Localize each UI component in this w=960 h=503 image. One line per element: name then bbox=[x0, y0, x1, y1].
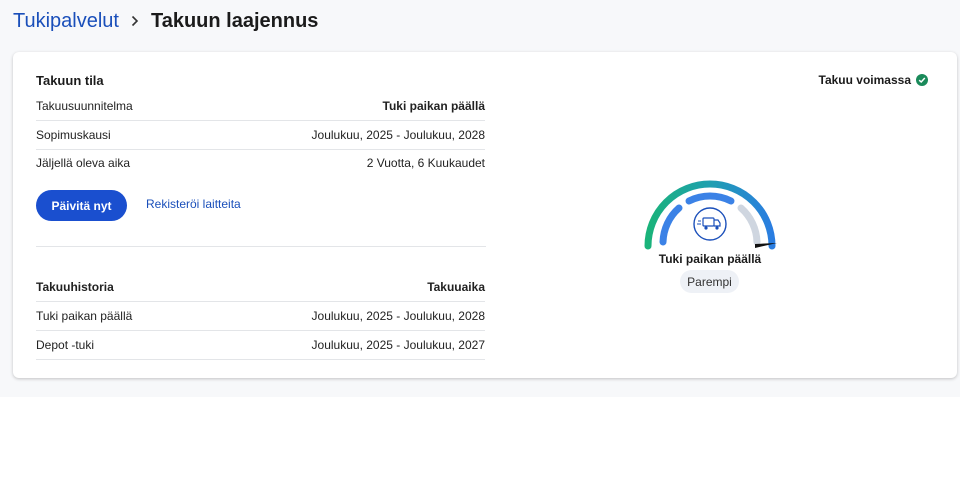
support-level-gauge bbox=[644, 180, 777, 250]
support-level-badge: Parempi bbox=[680, 270, 739, 293]
chevron-right-icon bbox=[131, 15, 139, 27]
history-row-name: Depot -tuki bbox=[36, 338, 95, 352]
remaining-time-row: Jäljellä oleva aika 2 Vuotta, 6 Kuukaude… bbox=[36, 149, 485, 177]
warranty-status-indicator: Takuu voimassa bbox=[819, 73, 928, 87]
history-header-row: Takuuhistoria Takuuaika bbox=[36, 273, 485, 302]
warranty-plan-value: Tuki paikan päällä bbox=[382, 99, 485, 113]
warranty-status-label: Takuu voimassa bbox=[818, 73, 911, 87]
register-devices-link[interactable]: Rekisteröi laitteita bbox=[146, 197, 241, 211]
history-header-name: Takuuhistoria bbox=[36, 280, 114, 294]
contract-period-row: Sopimuskausi Joulukuu, 2025 - Joulukuu, … bbox=[36, 121, 485, 150]
warranty-plan-row: Takuusuunnitelma Tuki paikan päällä bbox=[36, 92, 485, 121]
gauge-label: Tuki paikan päällä bbox=[658, 252, 762, 266]
gauge-inner-segment bbox=[659, 204, 683, 246]
contract-period-label: Sopimuskausi bbox=[36, 128, 111, 142]
history-row: Tuki paikan päällä Joulukuu, 2025 - Joul… bbox=[36, 302, 485, 331]
update-now-button[interactable]: Päivitä nyt bbox=[36, 190, 127, 221]
section-divider bbox=[36, 246, 486, 247]
warranty-card: Takuun tila Takuusuunnitelma Tuki paikan… bbox=[13, 52, 957, 378]
warranty-plan-label: Takuusuunnitelma bbox=[36, 99, 133, 113]
gauge-inner-segment bbox=[685, 192, 735, 205]
breadcrumb-link-support[interactable]: Tukipalvelut bbox=[13, 10, 119, 33]
service-van-icon bbox=[693, 207, 727, 241]
history-row-name: Tuki paikan päällä bbox=[36, 309, 133, 323]
gauge-inner-segment bbox=[737, 204, 761, 246]
page-title: Takuun laajennus bbox=[150, 9, 319, 32]
breadcrumb: Tukipalvelut Takuun laajennus bbox=[13, 8, 318, 34]
history-row-period: Joulukuu, 2025 - Joulukuu, 2027 bbox=[311, 338, 485, 352]
remaining-time-value: 2 Vuotta, 6 Kuukaudet bbox=[366, 156, 485, 170]
history-row: Depot -tuki Joulukuu, 2025 - Joulukuu, 2… bbox=[36, 331, 485, 360]
history-header-period: Takuuaika bbox=[427, 280, 485, 294]
remaining-time-label: Jäljellä oleva aika bbox=[36, 156, 131, 170]
warranty-status-title: Takuun tila bbox=[36, 73, 104, 88]
check-circle-icon bbox=[916, 74, 928, 86]
history-row-period: Joulukuu, 2025 - Joulukuu, 2028 bbox=[311, 309, 485, 323]
contract-period-value: Joulukuu, 2025 - Joulukuu, 2028 bbox=[311, 128, 485, 142]
